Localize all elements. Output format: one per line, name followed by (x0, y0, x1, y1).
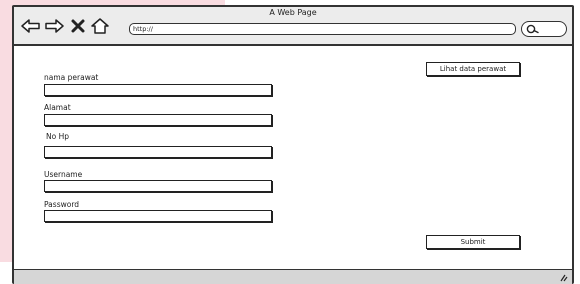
alamat-input[interactable] (44, 114, 272, 126)
alamat-label: Alamat (44, 103, 71, 112)
status-bar (14, 269, 572, 284)
search-icon (526, 24, 539, 34)
no-hp-label: No Hp (46, 132, 69, 141)
url-input[interactable]: http:// (129, 23, 516, 35)
submit-button[interactable]: Submit (426, 235, 520, 249)
back-arrow-icon[interactable] (21, 18, 41, 34)
search-field[interactable] (521, 21, 567, 37)
password-label: Password (44, 200, 80, 209)
password-input[interactable] (44, 210, 272, 222)
home-icon[interactable] (90, 18, 110, 34)
close-icon[interactable] (70, 18, 90, 34)
window-title: A Web Page (269, 8, 317, 17)
forward-arrow-icon[interactable] (44, 18, 64, 34)
username-input[interactable] (44, 180, 272, 192)
nama-perawat-label: nama perawat (44, 73, 99, 82)
nama-perawat-input[interactable] (44, 84, 272, 96)
no-hp-input[interactable] (44, 146, 272, 158)
username-label: Username (44, 170, 83, 179)
browser-toolbar: A Web Page http:// (14, 7, 572, 46)
browser-window: A Web Page http:// nama perawat Alamat N… (12, 5, 574, 284)
view-nurses-button[interactable]: Lihat data perawat (426, 62, 520, 76)
